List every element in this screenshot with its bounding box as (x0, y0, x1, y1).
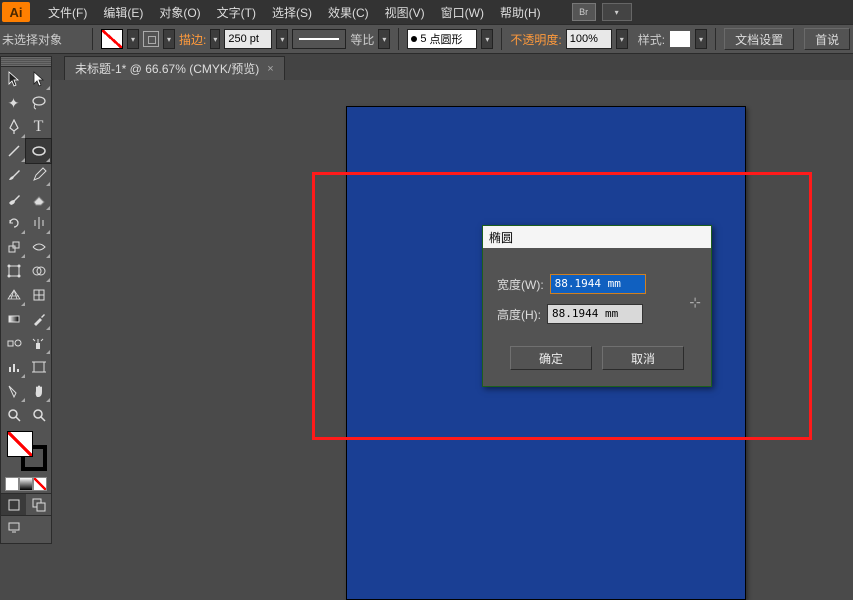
toolbox-grip[interactable] (1, 57, 51, 67)
magic-wand-tool[interactable]: ✦ (1, 91, 26, 115)
stroke-weight-dropdown[interactable] (276, 29, 288, 49)
opacity-label: 不透明度: (510, 31, 561, 48)
artboard-tool[interactable] (26, 355, 51, 379)
zoom-tool[interactable] (1, 403, 26, 427)
perspective-grid-tool[interactable] (1, 283, 26, 307)
stroke-swatch[interactable] (143, 31, 159, 47)
fill-dropdown[interactable] (127, 29, 139, 49)
slice-tool[interactable] (1, 379, 26, 403)
opacity-dropdown[interactable] (616, 29, 628, 49)
pencil-tool[interactable] (26, 163, 51, 187)
document-setup-button[interactable]: 文档设置 (724, 28, 794, 50)
rotate-tool[interactable] (1, 211, 26, 235)
symbol-sprayer-tool[interactable] (26, 331, 51, 355)
menu-window[interactable]: 窗口(W) (433, 4, 492, 21)
brush-size: 5 (420, 33, 426, 45)
cancel-button[interactable]: 取消 (602, 346, 684, 370)
toolbox: ✦ T (0, 56, 52, 544)
line-tool[interactable] (1, 139, 26, 163)
brush-dot-icon (411, 36, 417, 42)
graphic-style-dropdown[interactable] (695, 29, 707, 49)
menu-select[interactable]: 选择(S) (264, 4, 320, 21)
separator (398, 28, 399, 50)
selection-tool[interactable] (1, 67, 26, 91)
gradient-tool[interactable] (1, 307, 26, 331)
brush-dropdown[interactable] (481, 29, 493, 49)
reflect-tool[interactable] (26, 211, 51, 235)
arrange-documents-button[interactable] (602, 3, 632, 21)
style-label: 样式: (638, 31, 665, 48)
fill-color-icon[interactable] (7, 431, 33, 457)
menu-file[interactable]: 文件(F) (40, 4, 95, 21)
stroke-stepper[interactable] (210, 29, 220, 49)
dialog-title: 椭圆 (483, 226, 711, 248)
document-tab-bar: 未标题-1* @ 66.67% (CMYK/预览) × (0, 54, 853, 80)
fill-stroke-control[interactable] (1, 427, 53, 475)
height-input[interactable]: 88.1944 mm (547, 304, 643, 324)
app-logo: Ai (2, 2, 30, 22)
screen-mode[interactable] (1, 515, 26, 537)
height-label: 高度(H): (497, 306, 541, 323)
constrain-proportions-icon[interactable]: ⊹ (689, 294, 701, 311)
separator (715, 28, 716, 50)
zoom-tool-2[interactable] (26, 403, 51, 427)
hand-tool[interactable] (26, 379, 51, 403)
ellipse-dialog: 椭圆 宽度(W): 88.1944 mm 高度(H): 88.1944 mm ⊹… (482, 225, 712, 387)
color-swatch[interactable] (5, 477, 19, 491)
none-swatch[interactable] (33, 477, 47, 491)
no-selection-label: 未选择对象 (2, 31, 62, 48)
ellipse-tool[interactable] (26, 139, 51, 163)
separator (501, 28, 502, 50)
options-bar: 未选择对象 描边: 250 pt 等比 5 点圆形 不透明度: 100% 样式:… (0, 24, 853, 54)
close-tab-icon[interactable]: × (267, 63, 273, 75)
menu-object[interactable]: 对象(O) (151, 4, 208, 21)
brush-name: 点圆形 (430, 31, 463, 47)
free-transform-tool[interactable] (1, 259, 26, 283)
scale-tool[interactable] (1, 235, 26, 259)
menu-edit[interactable]: 编辑(E) (95, 4, 151, 21)
stroke-profile[interactable] (292, 29, 346, 49)
document-tab-title: 未标题-1* @ 66.67% (CMYK/预览) (75, 60, 259, 77)
bridge-button[interactable]: Br (572, 3, 596, 21)
menu-bar: Ai 文件(F) 编辑(E) 对象(O) 文字(T) 选择(S) 效果(C) 视… (0, 0, 853, 24)
empty-mode (26, 515, 51, 537)
type-tool[interactable]: T (26, 115, 51, 139)
gradient-swatch[interactable] (19, 477, 33, 491)
menu-effect[interactable]: 效果(C) (320, 4, 377, 21)
draw-normal-mode[interactable] (1, 493, 26, 515)
shape-builder-tool[interactable] (26, 259, 51, 283)
width-input[interactable]: 88.1944 mm (550, 274, 646, 294)
graphic-style-swatch[interactable] (669, 30, 691, 48)
width-label: 宽度(W): (497, 276, 544, 293)
blob-brush-tool[interactable] (1, 187, 26, 211)
eyedropper-tool[interactable] (26, 307, 51, 331)
preferences-button[interactable]: 首说 (804, 28, 850, 50)
canvas-area[interactable]: 椭圆 宽度(W): 88.1944 mm 高度(H): 88.1944 mm ⊹… (56, 82, 853, 600)
stroke-weight-field[interactable]: 250 pt (224, 29, 272, 49)
brush-definition[interactable]: 5 点圆形 (407, 29, 477, 49)
opacity-field[interactable]: 100% (566, 29, 612, 49)
menu-help[interactable]: 帮助(H) (492, 4, 549, 21)
stroke-label: 描边: (179, 31, 206, 48)
lasso-tool[interactable] (26, 91, 51, 115)
color-mode-row (1, 475, 51, 493)
uniform-label: 等比 (350, 31, 374, 48)
blend-tool[interactable] (1, 331, 26, 355)
mesh-tool[interactable] (26, 283, 51, 307)
separator (92, 28, 93, 50)
fill-swatch[interactable] (101, 29, 123, 49)
direct-selection-tool[interactable] (26, 67, 51, 91)
stroke-profile-dropdown[interactable] (378, 29, 390, 49)
column-graph-tool[interactable] (1, 355, 26, 379)
menu-view[interactable]: 视图(V) (377, 4, 433, 21)
document-tab[interactable]: 未标题-1* @ 66.67% (CMYK/预览) × (64, 56, 285, 80)
paintbrush-tool[interactable] (1, 163, 26, 187)
width-tool[interactable] (26, 235, 51, 259)
stroke-dropdown[interactable] (163, 29, 175, 49)
draw-behind-mode[interactable] (26, 493, 51, 515)
ok-button[interactable]: 确定 (510, 346, 592, 370)
pen-tool[interactable] (1, 115, 26, 139)
eraser-tool[interactable] (26, 187, 51, 211)
menu-type[interactable]: 文字(T) (209, 4, 264, 21)
